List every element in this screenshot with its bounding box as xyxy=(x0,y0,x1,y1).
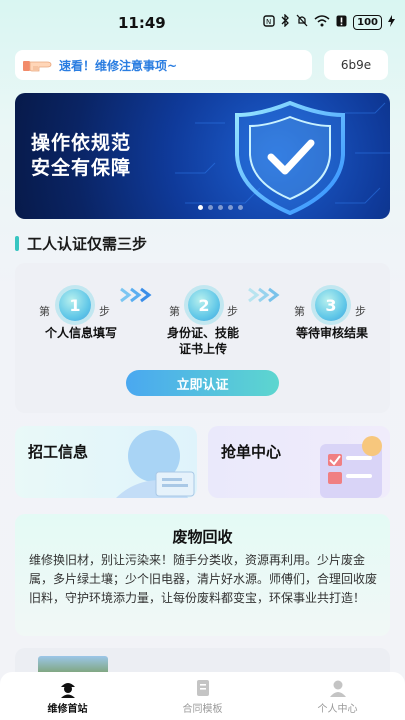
notice-bar[interactable]: 速看！维修注意事项~ xyxy=(15,50,312,80)
tab-home-label: 维修首站 xyxy=(47,703,88,715)
mute-bell-icon xyxy=(296,14,308,30)
section-accent-bar xyxy=(15,236,19,251)
step-prefix: 第 xyxy=(39,305,50,318)
step-label: 个人信息填写 xyxy=(44,326,117,340)
svg-text:N: N xyxy=(266,18,271,26)
grab-orders-card[interactable]: 抢单中心 xyxy=(208,426,390,498)
notice-text: 速看！维修注意事项~ xyxy=(59,58,178,73)
charging-icon xyxy=(388,14,395,30)
status-time: 11:49 xyxy=(118,14,166,32)
step-suffix: 步 xyxy=(355,305,366,318)
recruitment-illustration-icon xyxy=(116,430,195,498)
step-suffix: 步 xyxy=(227,305,238,318)
checklist-illustration-icon xyxy=(320,436,382,498)
wifi-icon xyxy=(314,14,330,30)
step-arrow-icon xyxy=(247,287,287,303)
tab-profile[interactable]: 个人中心 xyxy=(270,672,405,720)
battery-indicator: 100 xyxy=(353,14,382,30)
notice-code-badge: 6b9e xyxy=(324,50,388,80)
step-label-line: 证书上传 xyxy=(178,342,227,356)
carousel-indicator xyxy=(198,205,243,210)
recruitment-info-card[interactable]: 招工信息 xyxy=(15,426,197,498)
step-arrow-icon xyxy=(119,287,159,303)
shield-check-icon xyxy=(235,100,345,216)
step-number-circle: 3 xyxy=(315,289,347,321)
step-suffix: 步 xyxy=(99,305,110,318)
tab-profile-label: 个人中心 xyxy=(317,703,358,715)
step-prefix: 第 xyxy=(169,305,180,318)
banner-headline-1: 操作依规范 xyxy=(31,132,132,154)
alert-icon xyxy=(336,15,347,30)
step-number-circle: 2 xyxy=(188,289,220,321)
step-number-circle: 1 xyxy=(59,289,91,321)
recruitment-info-title: 招工信息 xyxy=(28,443,89,461)
carousel-dot xyxy=(198,205,203,210)
step-prefix: 第 xyxy=(294,305,305,318)
section-title: 工人认证仅需三步 xyxy=(27,235,148,253)
document-icon xyxy=(196,679,209,696)
carousel-dot xyxy=(238,205,243,210)
verify-now-button[interactable]: 立即认证 xyxy=(126,370,279,396)
waste-recycling-body: 维修换旧材，别让污染来！随手分类收，资源再利用。少片废金属，多片绿土壤；少个旧电… xyxy=(29,553,378,605)
pointing-hand-icon xyxy=(21,50,55,80)
step-label: 等待审核结果 xyxy=(295,326,368,340)
status-icons: N 100 xyxy=(263,13,395,30)
carousel-dot xyxy=(208,205,213,210)
tab-home[interactable]: 维修首站 xyxy=(0,672,135,720)
bluetooth-icon xyxy=(281,13,290,30)
grab-orders-title: 抢单中心 xyxy=(221,443,282,461)
tab-contract-label: 合同模板 xyxy=(182,703,223,715)
status-bar: 11:49 N 100 xyxy=(0,0,405,42)
carousel-dot xyxy=(218,205,223,210)
nfc-icon: N xyxy=(263,14,275,30)
promo-banner[interactable]: 操作依规范 安全有保障 xyxy=(15,93,390,219)
waste-recycling-card: 废物回收 维修换旧材，别让污染来！随手分类收，资源再利用。少片废金属，多片绿土壤… xyxy=(15,514,390,636)
step-label: 身份证、技能 证书上传 xyxy=(157,325,249,357)
banner-headline-2: 安全有保障 xyxy=(31,157,132,179)
worker-icon xyxy=(60,682,75,698)
waste-recycling-title: 废物回收 xyxy=(172,528,233,546)
user-icon xyxy=(329,680,346,697)
step-label-line: 身份证、技能 xyxy=(166,326,239,340)
carousel-dot xyxy=(228,205,233,210)
section-header: 工人认证仅需三步 xyxy=(15,233,147,254)
bottom-tab-bar: 维修首站 合同模板 个人中心 xyxy=(0,672,405,720)
tab-contract-templates[interactable]: 合同模板 xyxy=(135,672,270,720)
certification-steps-card: 第 1 步 个人信息填写 第 2 步 身份证、技能 证书上传 第 3 步 等待审… xyxy=(15,263,390,413)
